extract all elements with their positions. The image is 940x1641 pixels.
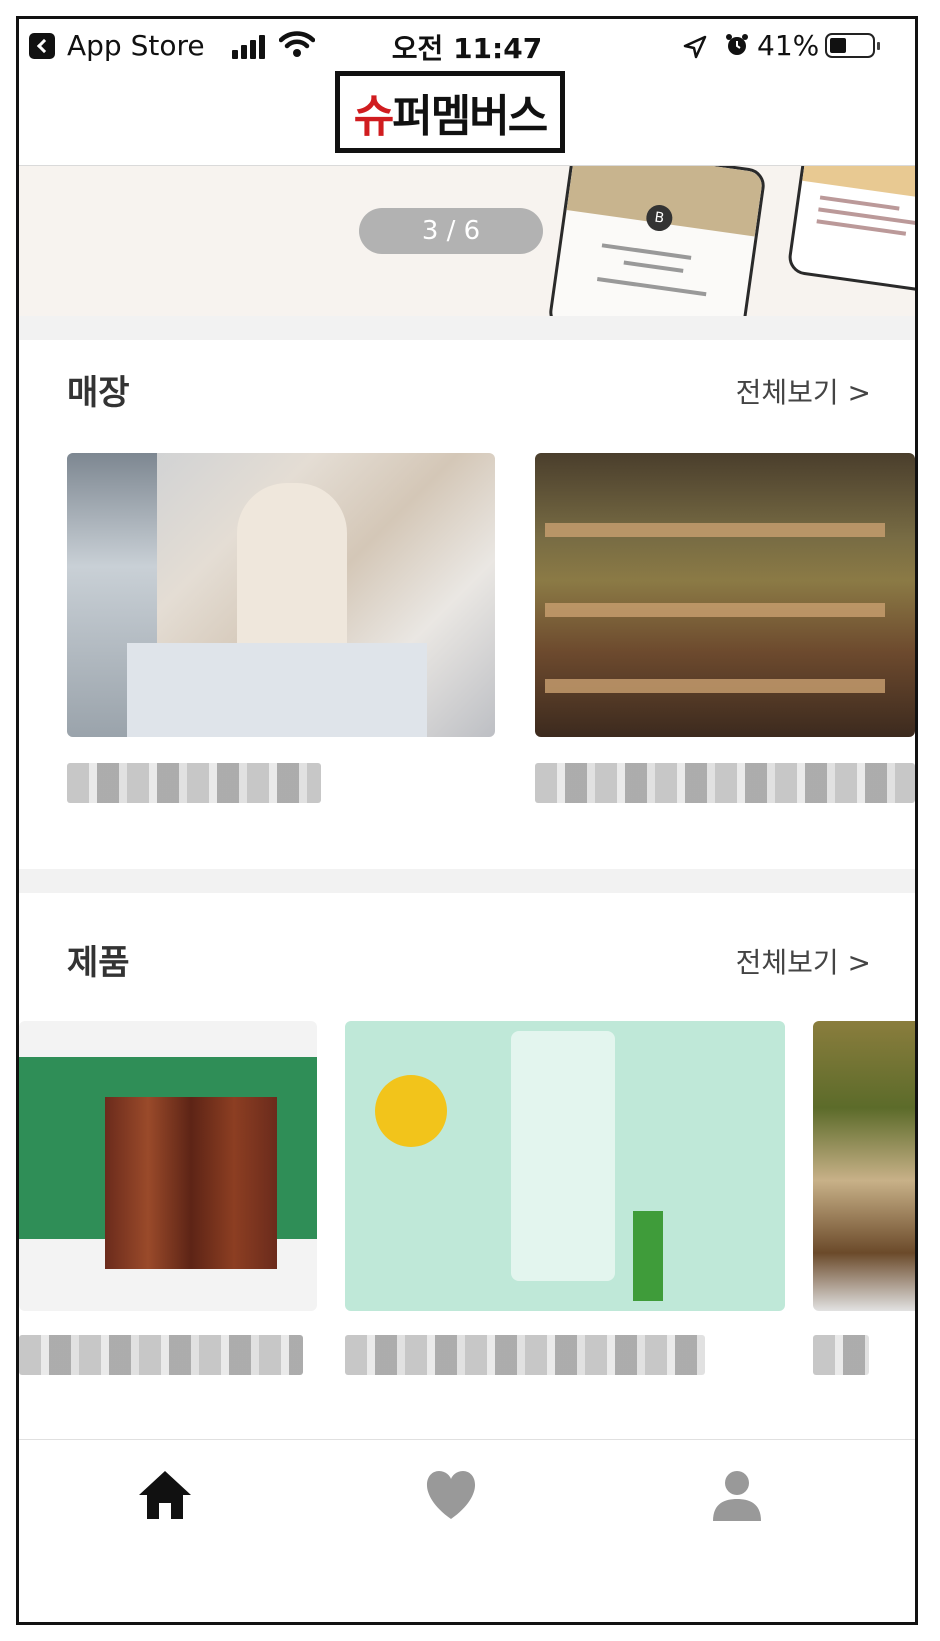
app-logo: 슈 퍼멤버스 [335, 71, 565, 153]
products-see-all-link[interactable]: 전체보기 > [736, 941, 871, 981]
heart-icon[interactable] [421, 1465, 481, 1525]
product-card-image[interactable] [19, 1021, 317, 1311]
stores-see-all-link[interactable]: 전체보기 > [736, 371, 871, 411]
battery-icon [825, 33, 880, 58]
battery-level [830, 38, 846, 53]
logo-first-glyph: 슈 [353, 91, 395, 142]
product-card-image[interactable] [345, 1021, 785, 1311]
carousel-page-indicator: 3 / 6 [359, 208, 543, 254]
product-card-title[interactable] [813, 1335, 869, 1375]
home-icon[interactable] [135, 1465, 195, 1525]
alarm-clock-icon [726, 34, 748, 55]
store-card-title[interactable] [67, 763, 321, 803]
product-card-title[interactable] [19, 1335, 303, 1375]
battery-percentage: 41% [757, 29, 820, 62]
store-card-image[interactable] [535, 453, 915, 737]
app-screen: App Store 오전 11:47 41% 슈 퍼멤버스 3 / 6 B 매장… [16, 16, 918, 1625]
product-card-image[interactable] [813, 1021, 915, 1311]
status-bar: App Store 오전 11:47 41% [19, 19, 915, 77]
location-arrow-icon [683, 35, 707, 59]
section-separator [19, 869, 915, 893]
store-card-title[interactable] [535, 763, 915, 803]
banner-phone-image: B [547, 166, 767, 316]
stores-section-title: 매장 [67, 373, 130, 413]
store-card-image[interactable] [67, 453, 495, 737]
profile-icon[interactable] [707, 1465, 767, 1525]
promo-banner-carousel[interactable]: 3 / 6 B [19, 166, 915, 316]
products-section-title: 제품 [67, 943, 130, 983]
tab-bar-divider [19, 1439, 915, 1440]
product-card-title[interactable] [345, 1335, 705, 1375]
logo-rest: 퍼멤버스 [392, 91, 548, 142]
section-separator [19, 316, 915, 340]
banner-phone-image-2 [786, 166, 915, 295]
